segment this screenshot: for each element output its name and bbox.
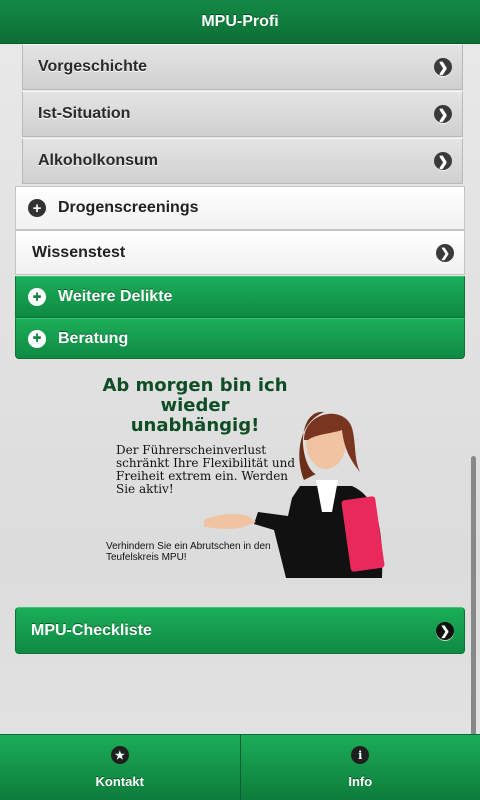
chevron-right-icon: ❯ xyxy=(436,621,454,640)
menu-item-wissenstest[interactable]: Wissenstest ❯ xyxy=(15,230,465,275)
checklist-button[interactable]: MPU-Checkliste ❯ xyxy=(15,607,465,654)
star-icon: ★ xyxy=(110,746,129,764)
checklist-label: MPU-Checkliste xyxy=(31,621,152,639)
chevron-right-icon: ❯ xyxy=(434,58,452,76)
info-icon: i xyxy=(351,746,370,764)
menu-item-label: Wissenstest xyxy=(32,243,126,261)
ad-banner[interactable]: Ab morgen bin ich wieder unabhängig! Der… xyxy=(100,374,400,578)
chevron-right-icon: ❯ xyxy=(436,243,454,262)
businesswoman-image xyxy=(204,411,385,578)
plus-icon: + xyxy=(28,199,46,217)
menu-list: Vorgeschichte ❯ Ist-Situation ❯ Alkoholk… xyxy=(15,44,465,359)
menu-item-label: Vorgeschichte xyxy=(38,58,148,75)
app-header: MPU-Profi xyxy=(0,0,480,44)
plus-icon: + xyxy=(28,288,46,306)
page-title: MPU-Profi xyxy=(201,12,279,30)
main-content: Vorgeschichte ❯ Ist-Situation ❯ Alkoholk… xyxy=(0,44,480,734)
collapsible-weitere-delikte[interactable]: + Weitere Delikte xyxy=(15,276,465,318)
menu-item-label: Alkoholkonsum xyxy=(38,152,159,169)
plus-icon: + xyxy=(28,329,46,348)
chevron-right-icon: ❯ xyxy=(434,105,452,123)
menu-item-vorgeschichte[interactable]: Vorgeschichte ❯ xyxy=(22,44,463,90)
menu-item-ist-situation[interactable]: Ist-Situation ❯ xyxy=(22,91,463,137)
menu-item-label: Ist-Situation xyxy=(38,105,131,122)
collapsible-label: Weitere Delikte xyxy=(58,288,173,305)
scrollbar[interactable] xyxy=(471,456,476,734)
tab-kontakt[interactable]: ★ Kontakt xyxy=(0,735,240,800)
collapsible-label: Beratung xyxy=(58,329,129,347)
chevron-right-icon: ❯ xyxy=(434,152,452,170)
tab-info[interactable]: i Info xyxy=(239,735,480,800)
menu-item-alkoholkonsum[interactable]: Alkoholkonsum ❯ xyxy=(22,138,463,184)
collapsible-drogenscreenings[interactable]: + Drogenscreenings xyxy=(15,186,465,230)
tab-label: Kontakt xyxy=(95,774,144,789)
collapsible-label: Drogenscreenings xyxy=(58,199,199,216)
tab-label: Info xyxy=(348,774,373,789)
collapsible-beratung[interactable]: + Beratung xyxy=(15,318,465,359)
footer-navbar: ★ Kontakt i Info xyxy=(0,734,480,800)
